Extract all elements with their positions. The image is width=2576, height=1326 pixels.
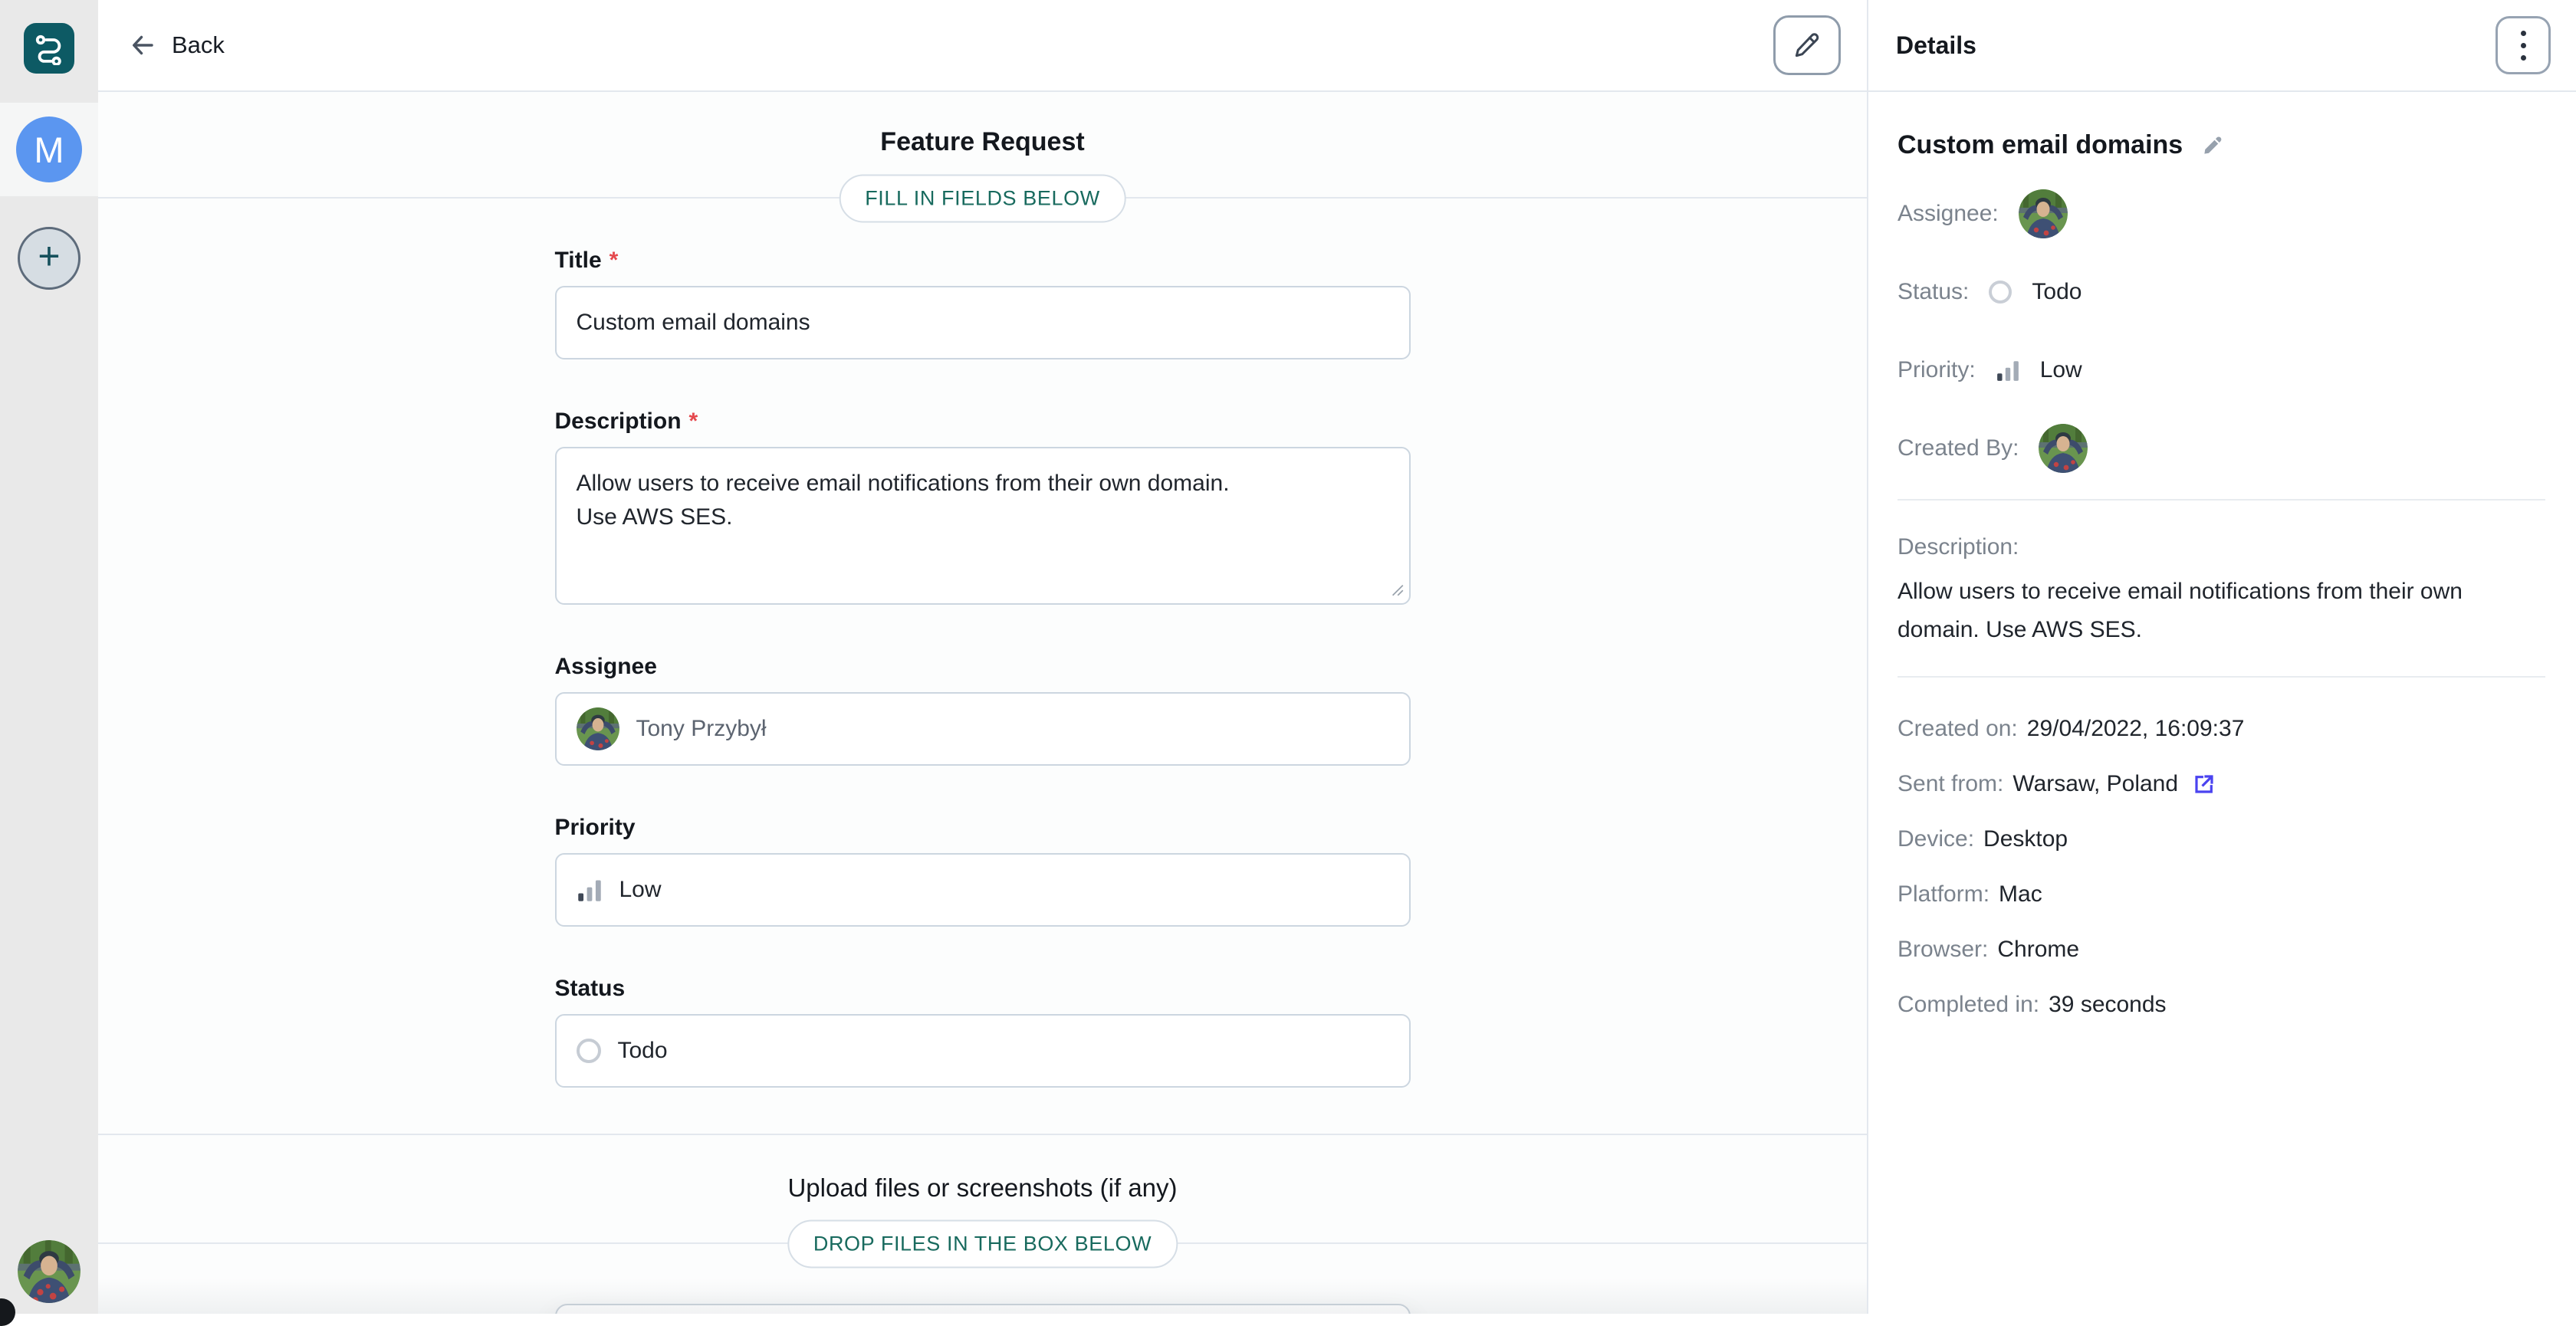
- upload-title: Upload files or screenshots (if any): [98, 1173, 1867, 1203]
- detail-row-created-by: Created By:: [1898, 424, 2545, 473]
- fill-fields-badge: FILL IN FIELDS BELOW: [839, 175, 1126, 223]
- priority-select[interactable]: Low: [555, 853, 1411, 927]
- assignee-label: Assignee: [555, 654, 1411, 680]
- edit-form-button[interactable]: [1773, 15, 1841, 75]
- meta-platform-value: Mac: [1999, 881, 2042, 908]
- kebab-menu-button[interactable]: [2496, 16, 2551, 74]
- assignee-value: Tony Przybył: [636, 716, 767, 742]
- back-arrow-icon: [129, 31, 156, 59]
- detail-assignee-label: Assignee:: [1898, 201, 1999, 227]
- edit-pencil-icon: [1792, 31, 1822, 60]
- details-divider: [1898, 676, 2545, 678]
- priority-bars-icon: [577, 877, 603, 903]
- main-panel: Back Feature Request FILL IN FIELDS BELO…: [98, 0, 1867, 1314]
- detail-created-by-label: Created By:: [1898, 435, 2019, 461]
- status-select[interactable]: Todo: [555, 1014, 1411, 1088]
- detail-row-status: Status: Todo: [1898, 267, 2545, 317]
- back-label: Back: [172, 31, 225, 59]
- meta-sent-from-label: Sent from:: [1898, 771, 2003, 797]
- priority-bars-icon: [1996, 358, 2020, 382]
- main-topbar: Back: [98, 0, 1867, 92]
- meta-row-device: Device: Desktop: [1898, 826, 2545, 852]
- status-label: Status: [555, 976, 1411, 1002]
- detail-status-label: Status:: [1898, 279, 1969, 305]
- assignee-label-text: Assignee: [555, 654, 657, 680]
- meta-device-value: Desktop: [1983, 826, 2068, 852]
- back-button[interactable]: Back: [129, 31, 225, 59]
- user-photo: [18, 1240, 80, 1303]
- meta-row-platform: Platform: Mac: [1898, 881, 2545, 908]
- title-label-text: Title: [555, 248, 602, 274]
- section-divider: FILL IN FIELDS BELOW: [98, 197, 1867, 199]
- meta-created-on-value: 29/04/2022, 16:09:37: [2027, 716, 2245, 742]
- detail-row-priority: Priority: Low: [1898, 346, 2545, 395]
- meta-created-on-label: Created on:: [1898, 716, 2018, 742]
- title-input[interactable]: [555, 286, 1411, 359]
- upload-section-divider: [98, 1134, 1867, 1135]
- add-workspace-button[interactable]: +: [18, 227, 80, 290]
- detail-priority-value: Low: [2040, 357, 2082, 383]
- priority-label-text: Priority: [555, 815, 636, 841]
- status-value: Todo: [618, 1038, 668, 1064]
- file-drop-zone[interactable]: [555, 1304, 1411, 1314]
- sidebar: M +: [0, 0, 98, 1314]
- required-asterisk: *: [610, 248, 619, 274]
- assignee-select[interactable]: Tony Przybył: [555, 692, 1411, 766]
- details-topbar: Details: [1868, 0, 2576, 92]
- title-label: Title *: [555, 248, 1411, 274]
- description-input[interactable]: Allow users to receive email notificatio…: [555, 447, 1411, 605]
- meta-platform-label: Platform:: [1898, 881, 1990, 908]
- external-link-icon[interactable]: [2192, 772, 2216, 796]
- details-header: Details: [1896, 31, 1976, 60]
- description-label: Description *: [555, 409, 1411, 435]
- rename-pencil-icon[interactable]: [2201, 134, 2224, 157]
- detail-created-by-avatar[interactable]: [2039, 424, 2088, 473]
- required-asterisk: *: [689, 409, 698, 435]
- details-description-label: Description:: [1898, 534, 2545, 560]
- status-circle-icon: [1989, 281, 2012, 304]
- workspace-active-strip: M: [0, 103, 98, 196]
- meta-row-created-on: Created on: 29/04/2022, 16:09:37: [1898, 716, 2545, 742]
- meta-completed-in-label: Completed in:: [1898, 992, 2039, 1018]
- issue-title-row: Custom email domains: [1898, 130, 2545, 160]
- form-title: Feature Request: [98, 127, 1867, 157]
- route-logo-icon: [32, 31, 66, 65]
- detail-status-value: Todo: [2032, 279, 2082, 305]
- form-content: Feature Request FILL IN FIELDS BELOW Tit…: [98, 92, 1867, 1314]
- meta-browser-value: Chrome: [1997, 937, 2079, 963]
- description-label-text: Description: [555, 409, 682, 435]
- form-fields: Title * Description * Allow users to rec…: [555, 248, 1411, 1088]
- meta-completed-in-value: 39 seconds: [2049, 992, 2166, 1018]
- meta-sent-from-value: Warsaw, Poland: [2013, 771, 2178, 797]
- status-label-text: Status: [555, 976, 626, 1002]
- user-avatar[interactable]: [18, 1240, 80, 1303]
- detail-priority-label: Priority:: [1898, 357, 1976, 383]
- workspace-avatar[interactable]: M: [16, 117, 82, 182]
- meta-browser-label: Browser:: [1898, 937, 1988, 963]
- details-panel: Details Custom email domains Assignee:: [1867, 0, 2576, 1314]
- details-divider: [1898, 499, 2545, 501]
- meta-device-label: Device:: [1898, 826, 1974, 852]
- meta-row-completed-in: Completed in: 39 seconds: [1898, 992, 2545, 1018]
- meta-row-sent-from: Sent from: Warsaw, Poland: [1898, 771, 2545, 797]
- app-logo-button[interactable]: [24, 23, 74, 74]
- detail-assignee-avatar[interactable]: [2019, 189, 2068, 238]
- drop-files-badge: DROP FILES IN THE BOX BELOW: [787, 1220, 1178, 1269]
- drop-divider: DROP FILES IN THE BOX BELOW: [98, 1242, 1867, 1244]
- priority-value: Low: [619, 877, 662, 903]
- detail-row-assignee: Assignee:: [1898, 189, 2545, 238]
- details-description-text: Allow users to receive email notificatio…: [1898, 573, 2545, 650]
- assignee-avatar: [577, 707, 619, 750]
- details-body: Custom email domains Assignee:: [1868, 130, 2576, 1018]
- kebab-icon: [2521, 31, 2526, 61]
- priority-label: Priority: [555, 815, 1411, 841]
- issue-title: Custom email domains: [1898, 130, 2183, 160]
- description-wrap: Allow users to receive email notificatio…: [555, 447, 1411, 605]
- meta-row-browser: Browser: Chrome: [1898, 937, 2545, 963]
- status-circle-icon: [577, 1039, 601, 1063]
